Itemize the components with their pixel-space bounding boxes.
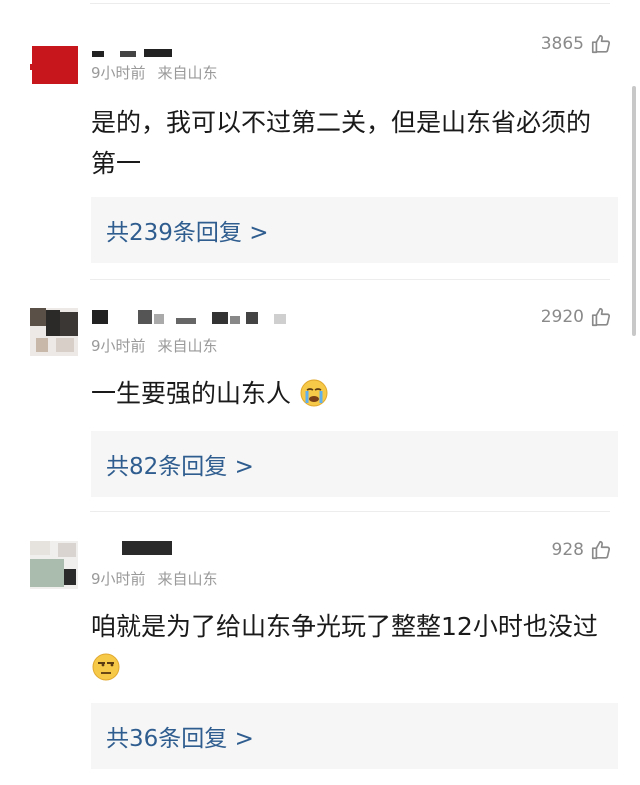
username-redacted[interactable] bbox=[92, 44, 172, 57]
top-divider bbox=[90, 3, 610, 4]
comment-time: 9小时前 bbox=[91, 570, 146, 588]
thumbs-up-icon bbox=[591, 307, 611, 327]
unamused-face-emoji bbox=[92, 653, 120, 681]
comment-location: 来自山东 bbox=[157, 337, 218, 355]
thumbs-up-icon bbox=[591, 540, 611, 560]
comment-text-body: 一生要强的山东人 bbox=[91, 379, 292, 408]
view-replies-button[interactable]: 共82条回复 > bbox=[91, 431, 618, 497]
comment-meta: 9小时前 来自山东 bbox=[91, 62, 218, 83]
divider bbox=[90, 279, 610, 280]
username-redacted[interactable] bbox=[92, 310, 292, 326]
avatar[interactable] bbox=[30, 308, 78, 356]
comment-location: 来自山东 bbox=[157, 570, 218, 588]
view-replies-button[interactable]: 共239条回复 > bbox=[91, 197, 618, 263]
comment-text: 是的，我可以不过第二关，但是山东省必须的第一 bbox=[91, 108, 592, 178]
like-count: 2920 bbox=[540, 307, 584, 327]
like-button[interactable]: 2920 bbox=[541, 306, 612, 328]
comment-text-body: 咱就是为了给山东争光玩了整整12小时也没过 bbox=[91, 612, 598, 641]
divider bbox=[90, 511, 610, 512]
avatar[interactable] bbox=[30, 40, 78, 88]
like-count: 928 bbox=[551, 540, 584, 560]
avatar[interactable] bbox=[30, 541, 78, 589]
comment-text: 一生要强的山东人 bbox=[91, 373, 611, 414]
comment-time: 9小时前 bbox=[91, 337, 146, 355]
view-replies-button[interactable]: 共36条回复 > bbox=[91, 703, 618, 769]
comment-time: 9小时前 bbox=[91, 64, 146, 82]
thumbs-up-icon bbox=[591, 34, 611, 54]
like-button[interactable]: 3865 bbox=[541, 33, 612, 55]
comment-meta: 9小时前 来自山东 bbox=[91, 568, 218, 589]
username-redacted[interactable] bbox=[122, 541, 172, 557]
crying-face-emoji bbox=[300, 379, 328, 407]
comment-meta: 9小时前 来自山东 bbox=[91, 335, 218, 356]
like-count: 3865 bbox=[540, 34, 584, 54]
comment-text: 咱就是为了给山东争光玩了整整12小时也没过 bbox=[91, 606, 616, 688]
like-button[interactable]: 928 bbox=[552, 539, 612, 561]
scrollbar[interactable] bbox=[632, 86, 636, 336]
comment-location: 来自山东 bbox=[157, 64, 218, 82]
